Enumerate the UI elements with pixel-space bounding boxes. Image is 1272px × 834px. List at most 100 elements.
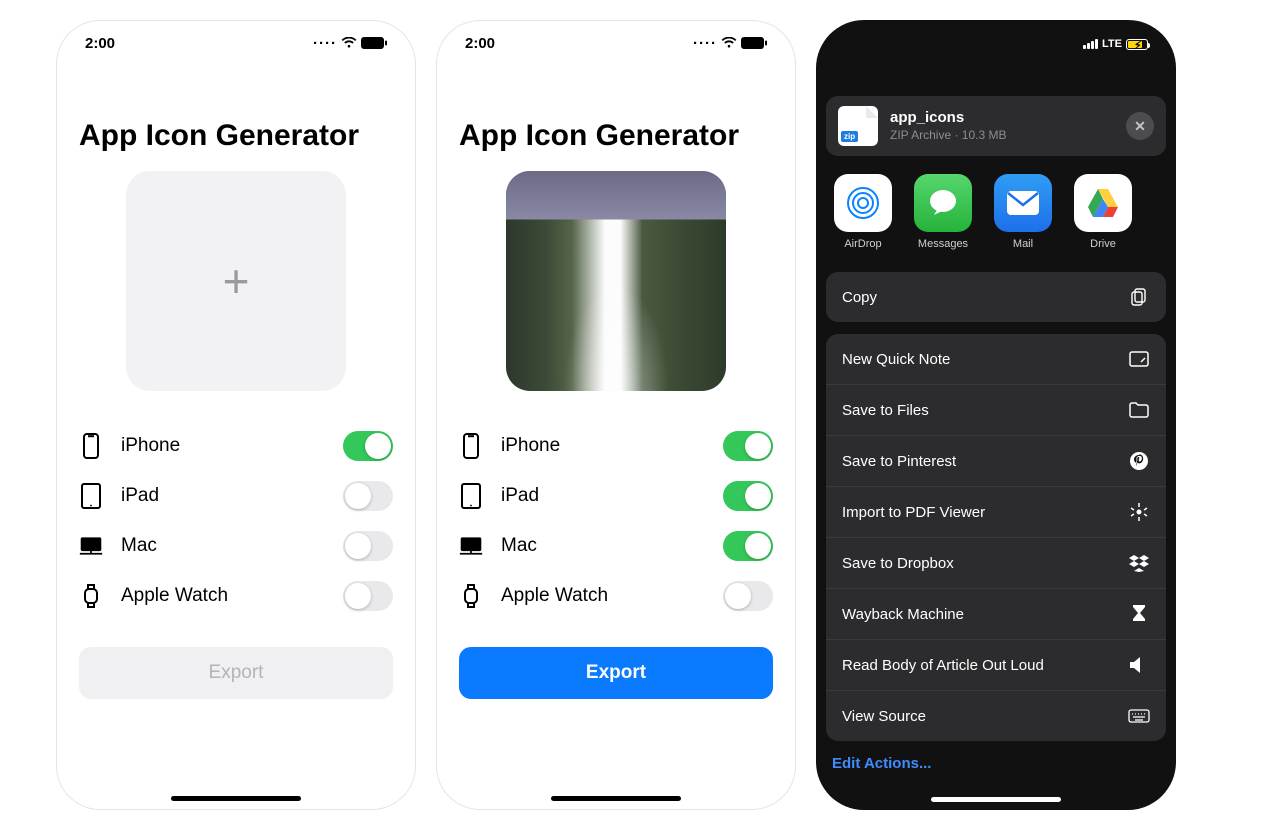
phone-screen-2: 2:00 App Icon Generator iPhone iPad Mac App…: [436, 20, 796, 810]
network-label: LTE: [1102, 38, 1122, 50]
folder-icon: [1128, 399, 1150, 421]
phone-screen-1: 2:00 App Icon Generator + iPhoneiPadMacA…: [56, 20, 416, 810]
share-app-more[interactable]: S: [1152, 174, 1166, 250]
page-title: App Icon Generator: [437, 61, 795, 153]
toggle-ipad[interactable]: [723, 481, 773, 511]
export-button[interactable]: Export: [79, 647, 393, 699]
action-label: Save to Files: [842, 402, 929, 419]
watch-icon: [79, 583, 103, 609]
toggle-iphone[interactable]: [343, 431, 393, 461]
device-label: Mac: [501, 535, 537, 557]
pinterest-icon: [1128, 450, 1150, 472]
export-button-label: Export: [586, 662, 646, 684]
cellular-dots-icon: [313, 35, 337, 52]
wifi-icon: [341, 37, 357, 49]
device-label: Apple Watch: [121, 585, 228, 607]
keyboard-icon: [1128, 705, 1150, 727]
messages-app-icon: [914, 174, 972, 232]
copy-action-group: Copy: [826, 272, 1166, 322]
device-list: iPhone iPad Mac Apple Watch: [57, 421, 415, 621]
cellular-signal-icon: [1083, 39, 1098, 49]
image-picker[interactable]: [506, 171, 726, 391]
share-app-messages[interactable]: Messages: [912, 174, 974, 250]
device-label: iPad: [121, 485, 159, 507]
wifi-icon: [721, 37, 737, 49]
zip-file-icon: zip: [838, 106, 878, 146]
share-app-mail[interactable]: Mail: [992, 174, 1054, 250]
device-row-ipad: iPad: [459, 471, 773, 521]
device-label: Mac: [121, 535, 157, 557]
device-row-iphone: iPhone: [459, 421, 773, 471]
action-quicknote[interactable]: New Quick Note: [826, 334, 1166, 384]
actions-group: New Quick Note Save to Files Save to Pinte…: [826, 334, 1166, 741]
share-app-label: Drive: [1090, 238, 1116, 250]
action-label: View Source: [842, 708, 926, 725]
action-dropbox[interactable]: Save to Dropbox: [826, 537, 1166, 588]
close-button[interactable]: ✕: [1126, 112, 1154, 140]
action-speaker[interactable]: Read Body of Article Out Loud: [826, 639, 1166, 690]
dropbox-icon: [1128, 552, 1150, 574]
action-pinterest[interactable]: Save to Pinterest: [826, 435, 1166, 486]
drive-app-icon: [1074, 174, 1132, 232]
status-time: 2:00: [465, 35, 495, 52]
device-row-mac: Mac: [79, 521, 393, 571]
speaker-icon: [1128, 654, 1150, 676]
battery-icon: [741, 37, 767, 49]
action-label: Save to Pinterest: [842, 453, 956, 470]
cellular-dots-icon: [693, 35, 717, 52]
copy-action[interactable]: Copy: [826, 272, 1166, 322]
image-picker[interactable]: +: [126, 171, 346, 391]
share-apps-row[interactable]: AirDrop Messages Mail Drive S: [826, 156, 1166, 260]
toggle-watch[interactable]: [343, 581, 393, 611]
edit-actions-link[interactable]: Edit Actions...: [826, 741, 1166, 772]
share-file-card: zip app_icons ZIP Archive · 10.3 MB ✕: [826, 96, 1166, 156]
action-label: Wayback Machine: [842, 606, 964, 623]
home-indicator[interactable]: [931, 797, 1061, 802]
toggle-ipad[interactable]: [343, 481, 393, 511]
toggle-mac[interactable]: [343, 531, 393, 561]
iphone-icon: [79, 433, 103, 459]
mac-icon: [459, 535, 483, 557]
toggle-mac[interactable]: [723, 531, 773, 561]
toggle-watch[interactable]: [723, 581, 773, 611]
action-pdf[interactable]: Import to PDF Viewer: [826, 486, 1166, 537]
home-indicator[interactable]: [551, 796, 681, 801]
device-row-watch: Apple Watch: [459, 571, 773, 621]
device-row-ipad: iPad: [79, 471, 393, 521]
action-label: Copy: [842, 289, 877, 306]
action-keyboard[interactable]: View Source: [826, 690, 1166, 741]
device-label: iPhone: [501, 435, 560, 457]
share-app-airdrop[interactable]: AirDrop: [832, 174, 894, 250]
action-label: New Quick Note: [842, 351, 950, 368]
share-file-name: app_icons: [890, 108, 1114, 128]
export-button[interactable]: Export: [459, 647, 773, 699]
watch-icon: [459, 583, 483, 609]
device-label: iPhone: [121, 435, 180, 457]
action-label: Read Body of Article Out Loud: [842, 657, 1044, 674]
toggle-iphone[interactable]: [723, 431, 773, 461]
home-indicator[interactable]: [171, 796, 301, 801]
action-label: Import to PDF Viewer: [842, 504, 985, 521]
iphone-icon: [459, 433, 483, 459]
phone-screen-3-share-sheet: LTE ⚡︎ zip app_icons ZIP Archive · 10.3 …: [816, 20, 1176, 810]
close-icon: ✕: [1134, 118, 1146, 135]
share-app-label: Messages: [918, 238, 968, 250]
action-label: Save to Dropbox: [842, 555, 954, 572]
battery-icon: [361, 37, 387, 49]
ipad-icon: [459, 483, 483, 509]
status-time: 2:00: [85, 35, 115, 52]
plus-icon: +: [223, 258, 250, 304]
status-bar: 2:00: [57, 21, 415, 61]
more-app-icon: [1154, 174, 1166, 232]
share-app-label: Mail: [1013, 238, 1033, 250]
copy-icon: [1128, 286, 1150, 308]
mac-icon: [79, 535, 103, 557]
selected-image-preview: [506, 171, 726, 391]
device-row-mac: Mac: [459, 521, 773, 571]
action-hourglass[interactable]: Wayback Machine: [826, 588, 1166, 639]
action-folder[interactable]: Save to Files: [826, 384, 1166, 435]
share-app-drive[interactable]: Drive: [1072, 174, 1134, 250]
status-bar: 2:00: [437, 21, 795, 61]
airdrop-app-icon: [834, 174, 892, 232]
share-file-subtitle: ZIP Archive · 10.3 MB: [890, 128, 1114, 144]
